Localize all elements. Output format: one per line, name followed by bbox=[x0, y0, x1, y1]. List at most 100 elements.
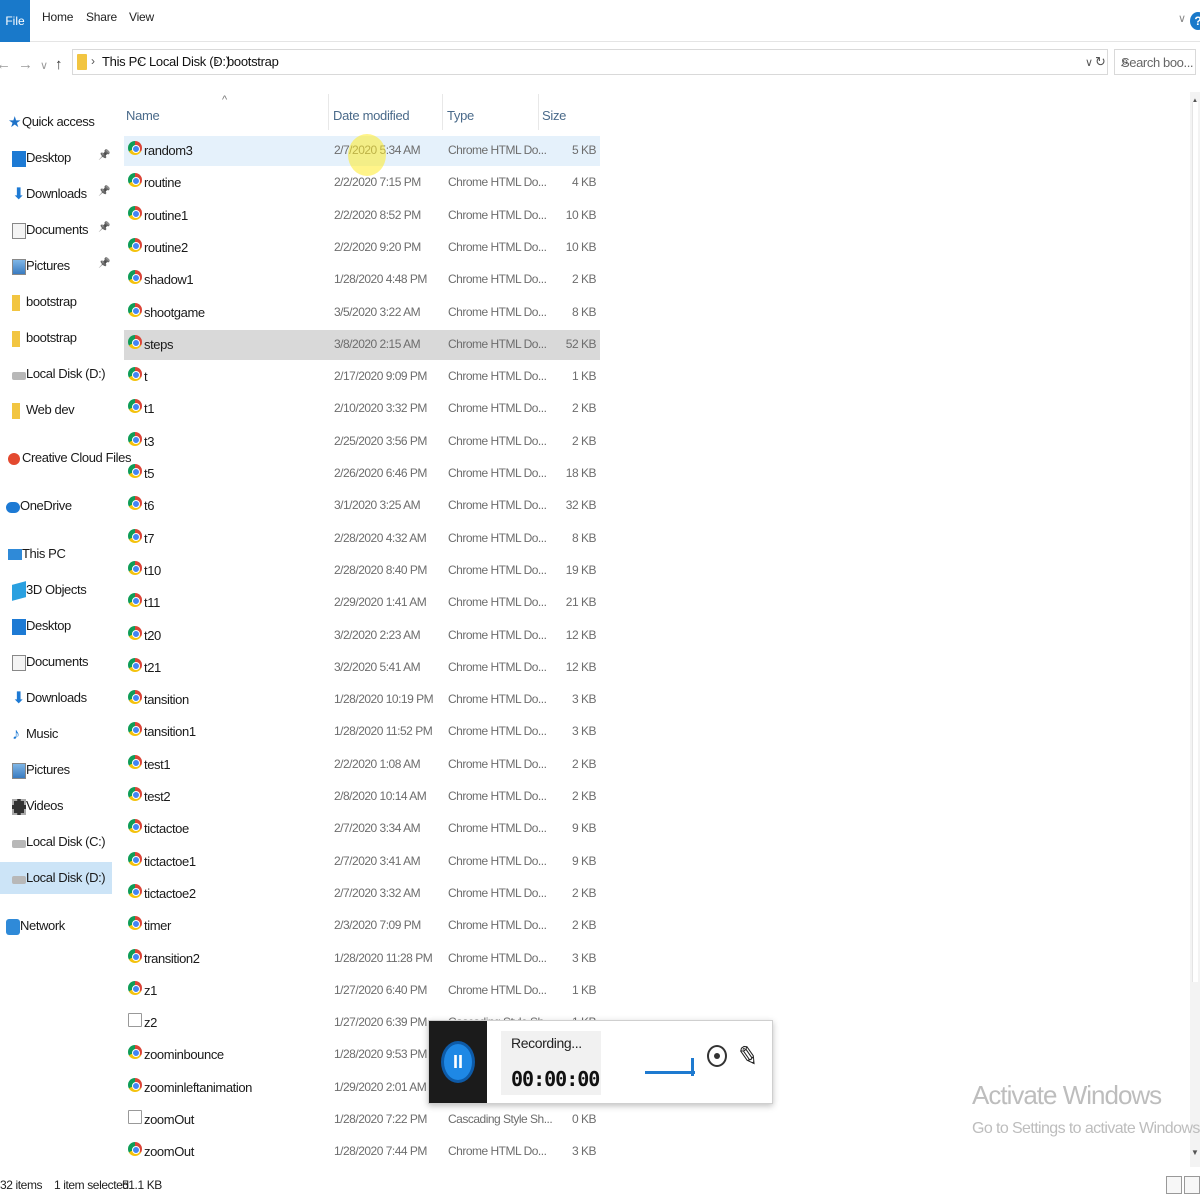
column-header-date[interactable]: Date modified bbox=[333, 98, 443, 136]
sidebar-item-downloads[interactable]: ⬇ Downloads 📌 bbox=[0, 178, 112, 210]
file-row[interactable]: t20 3/2/2020 2:23 AM Chrome HTML Do... 12 K… bbox=[124, 621, 600, 651]
sidebar-item-label: Pictures bbox=[26, 258, 70, 273]
chrome-html-icon bbox=[128, 205, 142, 220]
file-row[interactable]: tictactoe2 2/7/2020 3:32 AM Chrome HTML Do… bbox=[124, 879, 600, 909]
file-type: Chrome HTML Do... bbox=[448, 272, 547, 287]
file-row[interactable]: tansition1 1/28/2020 11:52 PM Chrome HTML … bbox=[124, 717, 600, 747]
file-name: tansition1 bbox=[144, 724, 196, 740]
details-view-icon[interactable] bbox=[1166, 1176, 1182, 1194]
file-row[interactable]: shadow1 1/28/2020 4:48 PM Chrome HTML Do..… bbox=[124, 265, 600, 295]
file-type: Chrome HTML Do... bbox=[448, 756, 547, 771]
file-row[interactable]: tansition 1/28/2020 10:19 PM Chrome HTML D… bbox=[124, 685, 600, 715]
sidebar-item-music[interactable]: ♪ Music bbox=[0, 718, 112, 750]
column-header-name[interactable]: Name ^ bbox=[126, 94, 330, 136]
volume-slider-handle[interactable] bbox=[691, 1058, 694, 1076]
file-row[interactable]: t 2/17/2020 9:09 PM Chrome HTML Do... 1 KB bbox=[124, 362, 600, 392]
file-row[interactable]: timer 2/3/2020 7:09 PM Chrome HTML Do... 2 … bbox=[124, 911, 600, 941]
navigation-pane: ★ Quick access Desktop 📌 ⬇ Downloads 📌 Document… bbox=[0, 90, 131, 1170]
scrollbar-thumb[interactable] bbox=[1192, 102, 1198, 982]
file-row[interactable]: routine2 2/2/2020 9:20 PM Chrome HTML Do..… bbox=[124, 233, 600, 263]
sidebar-item-bootstrap[interactable]: bootstrap bbox=[0, 286, 112, 318]
large-icons-view-icon[interactable] bbox=[1184, 1176, 1200, 1194]
sidebar-item-local-disk-d[interactable]: Local Disk (D:) bbox=[0, 862, 112, 894]
file-size: 3 KB bbox=[571, 950, 597, 965]
file-row[interactable]: t7 2/28/2020 4:32 AM Chrome HTML Do... 8 KB bbox=[124, 524, 600, 554]
file-row[interactable]: steps 3/8/2020 2:15 AM Chrome HTML Do... 52… bbox=[124, 329, 600, 360]
file-row[interactable]: t10 2/28/2020 8:40 PM Chrome HTML Do... 19 … bbox=[124, 556, 600, 586]
file-type: Chrome HTML Do... bbox=[448, 562, 547, 577]
file-size: 9 KB bbox=[571, 853, 597, 868]
chrome-html-icon bbox=[128, 302, 142, 317]
pause-button[interactable]: II bbox=[441, 1041, 475, 1083]
help-icon[interactable]: ? bbox=[1190, 12, 1200, 30]
file-row[interactable]: test1 2/2/2020 1:08 AM Chrome HTML Do... 2 … bbox=[124, 750, 600, 780]
file-row[interactable]: t1 2/10/2020 3:32 PM Chrome HTML Do... 2 KB bbox=[124, 394, 600, 424]
forward-arrow-icon[interactable]: → bbox=[18, 56, 33, 73]
scroll-down-icon[interactable]: ▼ bbox=[1191, 1148, 1199, 1157]
search-icon[interactable]: ⌕ bbox=[1121, 53, 1192, 70]
sidebar-item-documents[interactable]: Documents 📌 bbox=[0, 214, 112, 246]
sidebar-item-local-disk-c[interactable]: Local Disk (C:) bbox=[0, 826, 112, 858]
file-row[interactable]: test2 2/8/2020 10:14 AM Chrome HTML Do... 2… bbox=[124, 782, 600, 812]
sidebar-item-creative-cloud-files[interactable]: Creative Cloud Files bbox=[0, 442, 131, 474]
up-arrow-icon[interactable]: ↑ bbox=[55, 56, 63, 73]
column-divider[interactable] bbox=[442, 94, 443, 130]
sidebar-item-network[interactable]: Network bbox=[0, 910, 112, 942]
file-row[interactable]: t21 3/2/2020 5:41 AM Chrome HTML Do... 12 K… bbox=[124, 653, 600, 683]
music-icon: ♪ bbox=[12, 726, 20, 743]
file-tab[interactable]: File bbox=[0, 0, 30, 42]
column-divider[interactable] bbox=[538, 94, 539, 130]
column-header-type[interactable]: Type bbox=[447, 98, 539, 136]
file-row[interactable]: t11 2/29/2020 1:41 AM Chrome HTML Do... 21 … bbox=[124, 588, 600, 618]
file-row[interactable]: tictactoe1 2/7/2020 3:41 AM Chrome HTML Do… bbox=[124, 847, 600, 877]
chrome-html-icon bbox=[128, 237, 142, 252]
file-type: Chrome HTML Do... bbox=[448, 950, 547, 965]
file-date-modified: 1/28/2020 11:28 PM bbox=[334, 950, 433, 965]
column-divider[interactable] bbox=[328, 94, 329, 130]
file-date-modified: 3/8/2020 2:15 AM bbox=[334, 336, 421, 351]
sidebar-item-local-disk-d[interactable]: Local Disk (D:) bbox=[0, 358, 112, 390]
back-arrow-icon[interactable]: ← bbox=[0, 56, 11, 73]
webcam-icon[interactable] bbox=[707, 1045, 727, 1067]
file-row[interactable]: t5 2/26/2020 6:46 PM Chrome HTML Do... 18 K… bbox=[124, 459, 600, 489]
sidebar-item-bootstrap[interactable]: bootstrap bbox=[0, 322, 112, 354]
search-box[interactable]: Search boo... ⌕ bbox=[1114, 49, 1196, 75]
expand-ribbon-icon[interactable]: ∨ bbox=[1178, 12, 1186, 25]
sidebar-item-onedrive[interactable]: OneDrive bbox=[0, 490, 112, 522]
tab-home[interactable]: Home bbox=[42, 10, 73, 24]
sidebar-item-downloads[interactable]: ⬇ Downloads bbox=[0, 682, 112, 714]
sidebar-item-videos[interactable]: Videos bbox=[0, 790, 112, 822]
sidebar-item-documents[interactable]: Documents bbox=[0, 646, 112, 678]
file-row[interactable]: transition2 1/28/2020 11:28 PM Chrome HTML… bbox=[124, 944, 600, 974]
file-row[interactable]: t3 2/25/2020 3:56 PM Chrome HTML Do... 2 KB bbox=[124, 427, 600, 457]
file-name: test1 bbox=[144, 756, 171, 772]
file-row[interactable]: t6 3/1/2020 3:25 AM Chrome HTML Do... 32 KB bbox=[124, 491, 600, 521]
sidebar-item-desktop[interactable]: Desktop bbox=[0, 610, 112, 642]
refresh-icon[interactable]: ↻ bbox=[1095, 54, 1106, 70]
file-row[interactable]: shootgame 3/5/2020 3:22 AM Chrome HTML Do.… bbox=[124, 298, 600, 328]
sidebar-item-this-pc[interactable]: This PC bbox=[0, 538, 112, 570]
sidebar-item-desktop[interactable]: Desktop 📌 bbox=[0, 142, 112, 174]
sidebar-item-quick-access[interactable]: ★ Quick access bbox=[0, 106, 112, 138]
file-type: Chrome HTML Do... bbox=[448, 595, 547, 610]
breadcrumb-bootstrap[interactable]: bootstrap bbox=[227, 54, 279, 69]
recent-locations-icon[interactable]: ∨ bbox=[40, 59, 48, 72]
tab-share[interactable]: Share bbox=[86, 10, 117, 24]
sidebar-item-web-dev[interactable]: Web dev bbox=[0, 394, 112, 426]
column-header-size[interactable]: Size bbox=[542, 98, 600, 136]
pen-icon[interactable]: ✎ bbox=[734, 1039, 762, 1073]
file-row[interactable]: z1 1/27/2020 6:40 PM Chrome HTML Do... 1 KB bbox=[124, 976, 600, 1006]
file-row[interactable]: routine1 2/2/2020 8:52 PM Chrome HTML Do..… bbox=[124, 201, 600, 231]
address-bar[interactable]: › This PC › Local Disk (D:) › bootstrap … bbox=[72, 49, 1108, 75]
file-row[interactable]: tictactoe 2/7/2020 3:34 AM Chrome HTML Do.… bbox=[124, 814, 600, 844]
vertical-scrollbar[interactable]: ▲ ▼ bbox=[1190, 92, 1200, 1167]
sidebar-item-pictures[interactable]: Pictures 📌 bbox=[0, 250, 112, 282]
sidebar-item-pictures[interactable]: Pictures bbox=[0, 754, 112, 786]
volume-slider[interactable] bbox=[645, 1071, 695, 1074]
tab-view[interactable]: View bbox=[129, 10, 154, 24]
file-size: 1 KB bbox=[571, 369, 597, 384]
address-dropdown-icon[interactable]: ∨ bbox=[1085, 56, 1093, 69]
file-row[interactable]: zoomOut 1/28/2020 7:22 PM Cascading Style … bbox=[124, 1105, 600, 1135]
file-row[interactable]: zoomOut 1/28/2020 7:44 PM Chrome HTML Do..… bbox=[124, 1137, 600, 1167]
sidebar-item-3d-objects[interactable]: 3D Objects bbox=[0, 574, 112, 606]
